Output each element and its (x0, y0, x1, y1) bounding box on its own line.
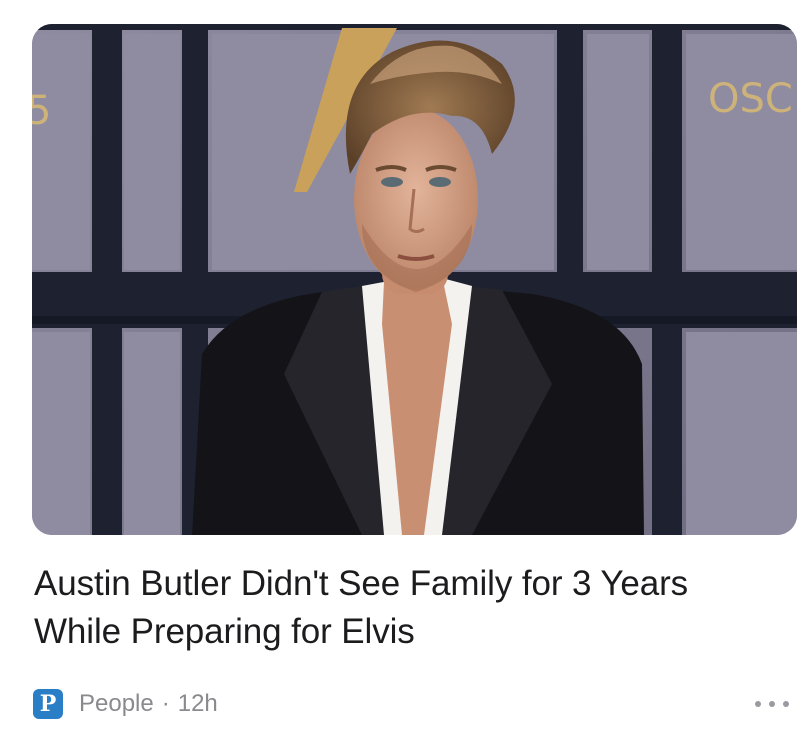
publication-logo-icon: P (33, 689, 63, 719)
backdrop-text: OSC (708, 76, 793, 122)
news-card[interactable]: OSC 5 Austin Butler Didn't See Family fo… (0, 0, 807, 753)
backdrop-left-text: 5 (32, 88, 51, 134)
ellipsis-icon (755, 701, 761, 707)
article-image[interactable]: OSC 5 (32, 24, 797, 535)
article-age: 12h (177, 690, 218, 717)
more-options-button[interactable] (755, 692, 789, 716)
meta-separator: · (161, 690, 170, 717)
article-headline[interactable]: Austin Butler Didn't See Family for 3 Ye… (34, 560, 784, 656)
publication-name[interactable]: People (79, 690, 154, 718)
article-source: P People · 12h (33, 687, 218, 721)
